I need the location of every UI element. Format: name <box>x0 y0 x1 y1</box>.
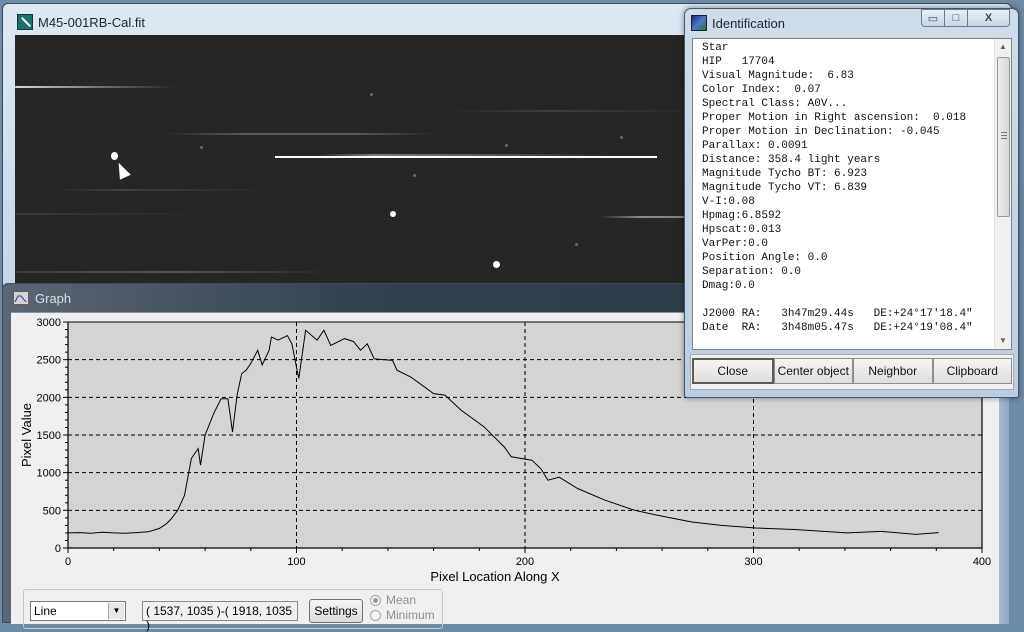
info-line: Star <box>702 42 729 54</box>
star[interactable] <box>493 261 500 268</box>
graph-icon <box>13 291 29 305</box>
graph-window-title: Graph <box>35 290 72 306</box>
star-trail <box>15 213 215 215</box>
image-window-title: M45-001RB-Cal.fit <box>38 14 145 30</box>
y-tick-label: 3000 <box>37 317 61 329</box>
vertical-scrollbar[interactable]: ▲ ▼ <box>994 39 1011 349</box>
faint-star <box>200 146 203 149</box>
x-tick-label: 300 <box>744 556 762 568</box>
image-window-titlebar[interactable]: M45-001RB-Cal.fit <box>17 12 145 32</box>
minimize-icon: ▭ <box>927 12 939 25</box>
info-line: V-I:0.08 <box>702 196 755 208</box>
neighbor-button[interactable]: Neighbor <box>853 358 933 384</box>
identification-app-icon <box>691 15 707 31</box>
identification-window: Identification ▭ □ X Star HIP 17704 Visual… <box>684 8 1019 398</box>
faint-star <box>575 243 578 246</box>
faint-star <box>620 136 623 139</box>
identification-titlebar[interactable]: Identification <box>691 13 785 33</box>
scroll-down-icon[interactable]: ▼ <box>995 333 1011 349</box>
info-line: Hpscat:0.013 <box>702 224 782 236</box>
telescope-app-icon <box>17 14 33 30</box>
graph-window-titlebar[interactable]: Graph <box>13 288 71 308</box>
radio-mean-label: Mean <box>386 593 417 607</box>
info-line: HIP 17704 <box>702 56 775 68</box>
mode-select[interactable]: Line ▼ <box>30 601 126 621</box>
star-trail <box>15 86 175 88</box>
star-trail <box>15 271 335 273</box>
y-tick-label: 1500 <box>37 430 61 442</box>
close-window-button[interactable]: X <box>968 9 1010 27</box>
radio-dot-icon <box>370 594 381 606</box>
y-tick-label: 2500 <box>37 355 61 367</box>
info-line: Proper Motion in Right ascension: 0.018 <box>702 112 967 124</box>
star-trail <box>165 133 435 135</box>
star-trail <box>445 110 705 112</box>
faint-star <box>505 144 508 147</box>
graph-controls: Line ▼ ( 1537, 1035 )-( 1918, 1035 ) Set… <box>23 589 443 632</box>
y-tick-label: 0 <box>55 543 61 555</box>
scrollbar-thumb[interactable] <box>997 57 1010 217</box>
info-line: Date RA: 3h48m05.47s DE:+24°19'08.4" <box>702 322 973 334</box>
y-tick-label: 2000 <box>37 392 61 404</box>
chevron-down-icon[interactable]: ▼ <box>108 603 124 619</box>
info-line: Separation: 0.0 <box>702 266 802 278</box>
info-line <box>702 293 973 307</box>
x-tick-label: 0 <box>65 556 71 568</box>
info-line: VarPer:0.0 <box>702 238 769 250</box>
info-line: Dmag:0.0 <box>702 280 755 292</box>
y-axis-label: Pixel Value <box>19 403 34 467</box>
info-line: Distance: 358.4 light years <box>702 154 881 166</box>
x-tick-label: 400 <box>973 556 991 568</box>
info-line: Magnitude Tycho VT: 6.839 <box>702 182 868 194</box>
y-tick-label: 500 <box>43 505 61 517</box>
x-tick-label: 200 <box>516 556 534 568</box>
x-tick-label: 100 <box>287 556 305 568</box>
x-axis-label: Pixel Location Along X <box>430 569 560 584</box>
info-line: Spectral Class: A0V... <box>702 98 848 110</box>
star[interactable] <box>111 152 118 160</box>
center-object-button[interactable]: Center object <box>773 358 853 384</box>
info-line: J2000 RA: 3h47m29.44s DE:+24°17'18.4" <box>702 308 973 320</box>
coordinates-field[interactable]: ( 1537, 1035 )-( 1918, 1035 ) <box>142 601 298 632</box>
info-line: Hpmag:6.8592 <box>702 210 782 222</box>
info-line: Proper Motion in Declination: -0.045 <box>702 126 940 138</box>
radio-mean[interactable]: Mean <box>370 593 416 607</box>
close-button[interactable]: Close <box>692 358 774 384</box>
star-info-textbox[interactable]: Star HIP 17704 Visual Magnitude: 6.83 Color… <box>692 38 1012 350</box>
star[interactable] <box>390 211 396 217</box>
maximize-icon: □ <box>952 12 960 24</box>
identification-title: Identification <box>712 15 785 31</box>
minimize-button[interactable]: ▭ <box>921 9 945 27</box>
caption-buttons: ▭ □ X <box>921 9 1010 27</box>
identification-buttons: Close Center object Neighbor Clipboard <box>692 358 1012 384</box>
info-line: Parallax: 0.0091 <box>702 140 808 152</box>
info-line: Magnitude Tycho BT: 6.923 <box>702 168 868 180</box>
mode-select-value: Line <box>34 604 57 618</box>
maximize-button[interactable]: □ <box>945 9 968 27</box>
mouse-cursor-icon <box>113 160 131 180</box>
faint-star <box>413 174 416 177</box>
settings-button[interactable]: Settings <box>309 599 363 623</box>
close-icon: X <box>984 12 993 24</box>
star-info-lines: Star HIP 17704 Visual Magnitude: 6.83 Color… <box>702 41 973 335</box>
info-line: Position Angle: 0.0 <box>702 252 828 264</box>
profile-line[interactable] <box>275 156 657 158</box>
info-line: Color Index: 0.07 <box>702 84 821 96</box>
radio-minimum[interactable]: Minimum <box>370 608 435 622</box>
star-trail <box>55 189 275 191</box>
clipboard-button[interactable]: Clipboard <box>932 358 1012 384</box>
scroll-up-icon[interactable]: ▲ <box>995 39 1011 55</box>
y-tick-label: 1000 <box>37 468 61 480</box>
faint-star <box>370 93 373 96</box>
info-line: Visual Magnitude: 6.83 <box>702 70 854 82</box>
grip-icon <box>1001 132 1007 139</box>
radio-minimum-label: Minimum <box>386 608 435 622</box>
